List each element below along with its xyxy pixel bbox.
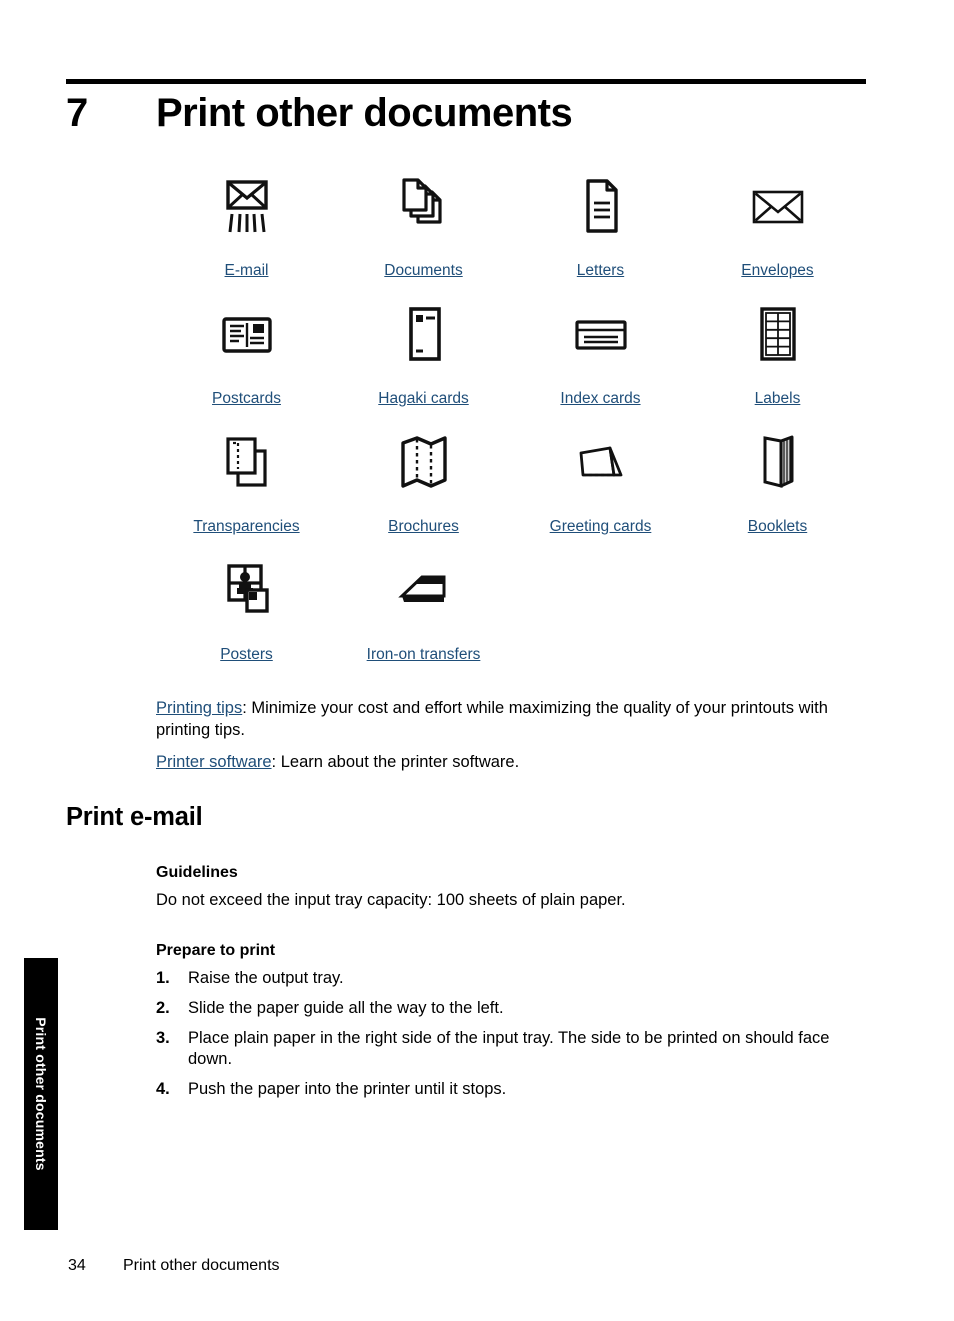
- printing-tips-paragraph: Printing tips: Minimize your cost and ef…: [156, 698, 866, 742]
- email-envelope-speedlines-icon: [211, 172, 283, 240]
- grid-label-booklets[interactable]: Booklets: [748, 518, 807, 536]
- grid-label-transparencies[interactable]: Transparencies: [193, 518, 299, 536]
- guidelines-text: Do not exceed the input tray capacity: 1…: [156, 891, 626, 909]
- step-number: 4.: [156, 1080, 170, 1099]
- grid-label-labels[interactable]: Labels: [755, 390, 801, 408]
- grid-item-index-cards[interactable]: Index cards: [512, 300, 689, 428]
- printing-tips-text: : Minimize your cost and effort while ma…: [156, 699, 828, 739]
- grid-label-posters[interactable]: Posters: [220, 646, 273, 664]
- step-text: Place plain paper in the right side of t…: [188, 1028, 830, 1069]
- grid-item-letters[interactable]: Letters: [512, 172, 689, 300]
- envelope-icon: [742, 172, 814, 240]
- grid-item-brochures[interactable]: Brochures: [335, 428, 512, 556]
- transparency-sheets-icon: [211, 428, 283, 496]
- index-card-icon: [565, 300, 637, 368]
- page-footer: 34 Print other documents: [68, 1257, 280, 1275]
- grid-item-labels[interactable]: Labels: [689, 300, 866, 428]
- grid-item-empty: [689, 556, 866, 684]
- grid-label-envelopes[interactable]: Envelopes: [741, 262, 813, 280]
- grid-label-index-cards[interactable]: Index cards: [560, 390, 640, 408]
- label-sheet-grid-icon: [742, 300, 814, 368]
- list-item: 2. Slide the paper guide all the way to t…: [156, 998, 868, 1020]
- footer-page-number: 34: [68, 1257, 86, 1274]
- chapter-number: 7: [66, 91, 88, 135]
- poster-tiles-icon: [211, 556, 283, 624]
- chapter-side-tab: Print other documents: [24, 958, 58, 1230]
- letter-page-icon: [565, 172, 637, 240]
- list-item: 1. Raise the output tray.: [156, 968, 868, 990]
- step-text: Slide the paper guide all the way to the…: [188, 998, 504, 1017]
- step-text: Push the paper into the printer until it…: [188, 1080, 507, 1099]
- step-number: 1.: [156, 969, 170, 987]
- grid-item-iron-on-transfers[interactable]: Iron-on transfers: [335, 556, 512, 684]
- printer-software-paragraph: Printer software: Learn about the printe…: [156, 752, 866, 774]
- chapter-rule: [66, 79, 866, 84]
- grid-label-postcards[interactable]: Postcards: [212, 390, 281, 408]
- hagaki-card-icon: [388, 300, 460, 368]
- printing-tips-link[interactable]: Printing tips: [156, 699, 242, 717]
- step-number: 2.: [156, 998, 170, 1017]
- prepare-to-print-steps: 1. Raise the output tray. 2. Slide the pap…: [156, 968, 868, 1109]
- chapter-side-tab-label: Print other documents: [33, 1017, 49, 1171]
- footer-text: Print other documents: [123, 1257, 280, 1274]
- grid-label-email[interactable]: E-mail: [225, 262, 269, 280]
- icon-row: Transparencies Brochures Greeting cards …: [158, 428, 866, 556]
- grid-label-letters[interactable]: Letters: [577, 262, 624, 280]
- section-heading: Print e-mail: [66, 803, 203, 831]
- stacked-documents-icon: [388, 172, 460, 240]
- step-number: 3.: [156, 1028, 170, 1047]
- grid-item-transparencies[interactable]: Transparencies: [158, 428, 335, 556]
- grid-item-email[interactable]: E-mail: [158, 172, 335, 300]
- grid-item-postcards[interactable]: Postcards: [158, 300, 335, 428]
- grid-item-empty: [512, 556, 689, 684]
- grid-item-posters[interactable]: Posters: [158, 556, 335, 684]
- printer-software-link[interactable]: Printer software: [156, 753, 272, 771]
- grid-item-documents[interactable]: Documents: [335, 172, 512, 300]
- list-item: 3. Place plain paper in the right side of…: [156, 1028, 868, 1072]
- folded-brochure-icon: [388, 428, 460, 496]
- postcard-icon: [211, 300, 283, 368]
- open-booklet-icon: [742, 428, 814, 496]
- grid-label-iron-on-transfers[interactable]: Iron-on transfers: [367, 646, 481, 664]
- guidelines-heading: Guidelines: [156, 864, 238, 881]
- grid-label-greeting-cards[interactable]: Greeting cards: [550, 518, 652, 536]
- grid-label-hagaki-cards[interactable]: Hagaki cards: [378, 390, 468, 408]
- grid-item-greeting-cards[interactable]: Greeting cards: [512, 428, 689, 556]
- step-text: Raise the output tray.: [188, 969, 344, 987]
- grid-label-brochures[interactable]: Brochures: [388, 518, 459, 536]
- icon-row: Posters Iron-on transfers: [158, 556, 866, 684]
- icon-row: E-mail Documents Letters Envelopes: [158, 172, 866, 300]
- icon-row: Postcards Hagaki cards Index cards Label…: [158, 300, 866, 428]
- page-title: 7 Print other documents: [66, 90, 866, 136]
- list-item: 4. Push the paper into the printer until …: [156, 1079, 868, 1101]
- prepare-to-print-heading: Prepare to print: [156, 942, 276, 959]
- grid-item-booklets[interactable]: Booklets: [689, 428, 866, 556]
- grid-item-envelopes[interactable]: Envelopes: [689, 172, 866, 300]
- tent-fold-card-icon: [565, 428, 637, 496]
- printer-software-text: : Learn about the printer software.: [271, 753, 520, 771]
- clothes-iron-icon: [388, 556, 460, 624]
- grid-label-documents[interactable]: Documents: [384, 262, 462, 280]
- grid-item-hagaki-cards[interactable]: Hagaki cards: [335, 300, 512, 428]
- document-type-icon-grid: E-mail Documents Letters Envelopes Postc…: [158, 172, 866, 684]
- chapter-title: Print other documents: [156, 91, 573, 135]
